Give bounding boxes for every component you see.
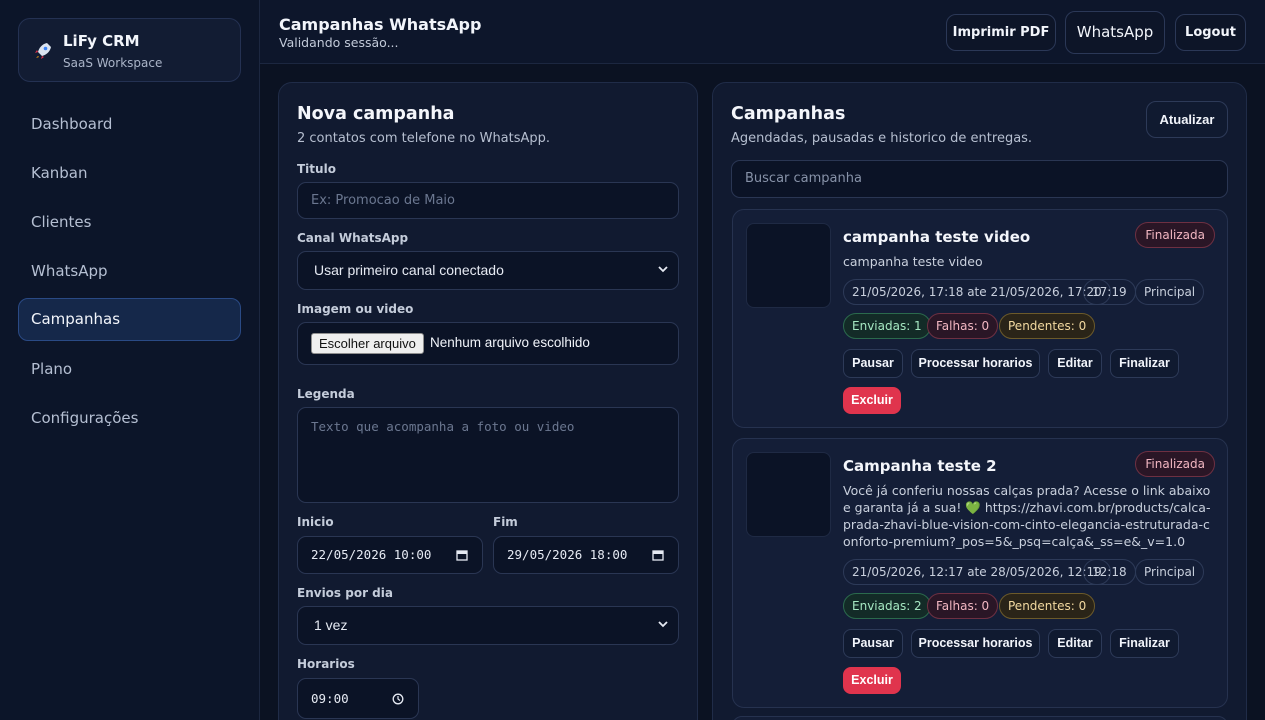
- sidebar-item-campanhas[interactable]: Campanhas: [18, 298, 241, 341]
- campaign-description: campanha teste video: [843, 254, 983, 269]
- process-times-button[interactable]: Processar horarios: [911, 629, 1040, 658]
- channel-chip: Principal: [1135, 559, 1205, 585]
- brand-subtitle: SaaS Workspace: [63, 56, 163, 70]
- campaign-thumbnail: [746, 223, 831, 308]
- sidebar-item-whatsapp[interactable]: WhatsApp: [18, 250, 241, 293]
- channel-chip: Principal: [1135, 279, 1205, 305]
- file-status: Nenhum arquivo escolhido: [430, 335, 590, 350]
- search-placeholder: Buscar campanha: [745, 171, 862, 186]
- campaign-thumbnail: [746, 452, 831, 537]
- media-label: Imagem ou video: [297, 302, 414, 316]
- campaign-card: campanha teste video Finalizada campanha…: [732, 209, 1228, 428]
- chevron-down-icon: [658, 620, 668, 627]
- pending-chip: Pendentes: 0: [999, 593, 1096, 619]
- end-datetime-input[interactable]: 29/05/2026 18:00: [493, 536, 679, 574]
- print-pdf-button[interactable]: Imprimir PDF: [946, 14, 1056, 51]
- title-placeholder: Ex: Promocao de Maio: [311, 193, 455, 208]
- rocket-icon: [35, 43, 51, 59]
- session-status: Validando sessão...: [279, 35, 399, 50]
- sidebar-item-plano[interactable]: Plano: [18, 348, 241, 391]
- failed-chip: Falhas: 0: [927, 313, 999, 339]
- campaign-description: Você já conferiu nossas calças prada? Ac…: [843, 483, 1211, 549]
- page-title: Campanhas WhatsApp: [279, 15, 482, 34]
- per-day-value: 1 vez: [314, 617, 348, 633]
- campaign-search-input[interactable]: Buscar campanha: [731, 160, 1228, 198]
- sidebar-item-kanban[interactable]: Kanban: [18, 152, 241, 195]
- process-times-button[interactable]: Processar horarios: [911, 349, 1040, 378]
- per-day-select[interactable]: 1 vez: [297, 606, 679, 645]
- choose-file-button[interactable]: Escolher arquivo: [311, 333, 424, 354]
- campaign-title: campanha teste video: [843, 228, 1031, 246]
- sent-chip: Enviadas: 1: [843, 313, 931, 339]
- channel-select[interactable]: Usar primeiro canal conectado: [297, 251, 679, 290]
- end-label: Fim: [493, 515, 518, 529]
- brand-name: LiFy CRM: [63, 32, 140, 50]
- title-label: Titulo: [297, 162, 336, 176]
- top-header: Campanhas WhatsApp Validando sessão... I…: [260, 0, 1265, 64]
- pending-chip: Pendentes: 0: [999, 313, 1096, 339]
- times-label: Horarios: [297, 657, 355, 671]
- new-campaign-panel: Nova campanha 2 contatos com telefone no…: [278, 82, 698, 720]
- finish-button[interactable]: Finalizar: [1110, 349, 1179, 378]
- brand-card[interactable]: LiFy CRM SaaS Workspace: [18, 18, 241, 82]
- finish-button[interactable]: Finalizar: [1110, 629, 1179, 658]
- caption-label: Legenda: [297, 387, 355, 401]
- title-input[interactable]: Ex: Promocao de Maio: [297, 182, 679, 219]
- calendar-icon[interactable]: [652, 549, 664, 561]
- calendar-icon[interactable]: [456, 549, 468, 561]
- delete-button[interactable]: Excluir: [843, 387, 901, 414]
- campaign-card: Campanha teste 2 Finalizada Você já conf…: [732, 438, 1228, 708]
- pause-button[interactable]: Pausar: [843, 629, 903, 658]
- per-day-label: Envios por dia: [297, 586, 393, 600]
- logout-button[interactable]: Logout: [1175, 14, 1246, 51]
- caption-textarea[interactable]: Texto que acompanha a foto ou video: [297, 407, 679, 503]
- edit-button[interactable]: Editar: [1048, 349, 1102, 378]
- form-subtitle: 2 contatos com telefone no WhatsApp.: [297, 131, 551, 146]
- sidebar-item-configuracoes[interactable]: Configurações: [18, 397, 241, 440]
- status-badge: Finalizada: [1135, 222, 1215, 248]
- chevron-down-icon: [658, 265, 668, 272]
- sidebar-item-dashboard[interactable]: Dashboard: [18, 103, 241, 146]
- caption-placeholder: Texto que acompanha a foto ou video: [311, 419, 575, 434]
- time-input[interactable]: 09:00: [297, 678, 419, 719]
- refresh-button[interactable]: Atualizar: [1146, 101, 1228, 138]
- campaigns-title: Campanhas: [731, 104, 846, 124]
- start-label: Inicio: [297, 515, 334, 529]
- edit-button[interactable]: Editar: [1048, 629, 1102, 658]
- form-title: Nova campanha: [297, 104, 455, 124]
- whatsapp-button[interactable]: WhatsApp: [1065, 11, 1165, 54]
- start-value: 22/05/2026 10:00: [311, 547, 432, 562]
- status-badge: Finalizada: [1135, 451, 1215, 477]
- sent-chip: Enviadas: 2: [843, 593, 931, 619]
- pause-button[interactable]: Pausar: [843, 349, 903, 378]
- period-chip: 21/05/2026, 12:17 ate 28/05/2026, 12:19: [843, 559, 1111, 585]
- time-chip: 12:18: [1083, 559, 1136, 585]
- start-datetime-input[interactable]: 22/05/2026 10:00: [297, 536, 483, 574]
- sidebar: LiFy CRM SaaS Workspace Dashboard Kanban…: [0, 0, 260, 720]
- campaign-title: Campanha teste 2: [843, 457, 997, 475]
- time-value: 09:00: [311, 691, 349, 706]
- failed-chip: Falhas: 0: [927, 593, 999, 619]
- campaigns-subtitle: Agendadas, pausadas e historico de entre…: [731, 131, 1033, 146]
- media-file-input[interactable]: Escolher arquivo Nenhum arquivo escolhid…: [297, 322, 679, 365]
- channel-label: Canal WhatsApp: [297, 231, 409, 245]
- sidebar-item-clientes[interactable]: Clientes: [18, 201, 241, 244]
- end-value: 29/05/2026 18:00: [507, 547, 628, 562]
- time-chip: 17:19: [1083, 279, 1136, 305]
- clock-icon[interactable]: [392, 693, 404, 705]
- channel-value: Usar primeiro canal conectado: [314, 262, 504, 278]
- campaign-card: [732, 716, 1228, 720]
- period-chip: 21/05/2026, 17:18 ate 21/05/2026, 17:20: [843, 279, 1111, 305]
- delete-button[interactable]: Excluir: [843, 667, 901, 694]
